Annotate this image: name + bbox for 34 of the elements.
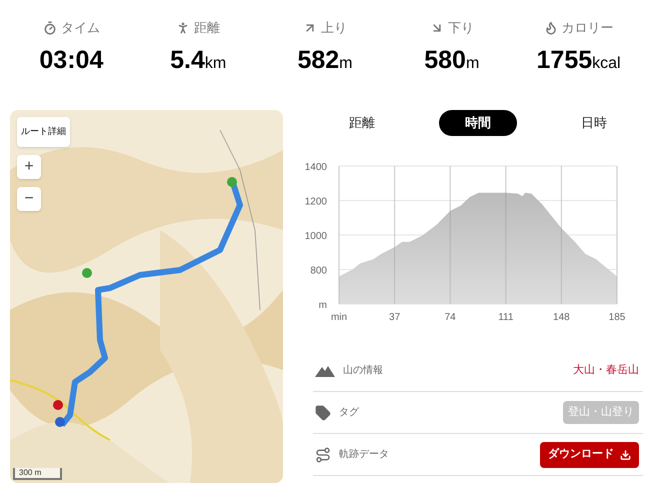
scale-bar: 300 m bbox=[13, 468, 62, 480]
stat-value: 1755kcal bbox=[536, 44, 621, 76]
tab[interactable]: 日時 bbox=[555, 110, 633, 136]
route-detail-button[interactable]: ルート詳細 bbox=[17, 117, 70, 147]
tab[interactable]: 時間 bbox=[439, 110, 517, 136]
axis-label: 185 bbox=[608, 312, 626, 323]
stat-value: 5.4km bbox=[170, 44, 226, 76]
stat-label: 上り bbox=[320, 19, 347, 37]
info-label: 軌跡データ bbox=[339, 448, 389, 462]
stat-label: カロリー bbox=[562, 19, 614, 37]
axis-label: 1000 bbox=[304, 231, 327, 242]
stat-label: タイム bbox=[60, 19, 100, 37]
axis-label: 148 bbox=[553, 312, 570, 323]
info-label: 山の情報 bbox=[343, 364, 383, 378]
stat-label: 距離 bbox=[194, 19, 220, 37]
axis-label: m bbox=[318, 300, 327, 311]
mountain-link[interactable]: 大山・春岳山 bbox=[573, 362, 639, 379]
axis-label: 111 bbox=[498, 312, 514, 323]
stat-value: 580m bbox=[424, 44, 480, 76]
axis-label: 800 bbox=[310, 266, 327, 276]
stat-value: 03:04 bbox=[39, 44, 104, 76]
axis-label: 74 bbox=[444, 312, 456, 323]
axis-label: 1400 bbox=[304, 162, 327, 173]
map[interactable]: ルート詳細 + − 300 m bbox=[10, 110, 283, 483]
zoom-in-button[interactable]: + bbox=[17, 155, 41, 179]
stat-label: 下り bbox=[448, 19, 474, 37]
stat-value: 582m bbox=[297, 44, 352, 76]
axis-label: 37 bbox=[389, 312, 400, 323]
axis-label: 1200 bbox=[304, 196, 327, 208]
info-label: タグ bbox=[339, 406, 359, 420]
axis-label: min bbox=[330, 312, 348, 323]
zoom-out-button[interactable]: − bbox=[17, 187, 41, 211]
tab[interactable]: 距離 bbox=[323, 110, 401, 136]
download-button[interactable]: ダウンロード bbox=[540, 442, 639, 468]
